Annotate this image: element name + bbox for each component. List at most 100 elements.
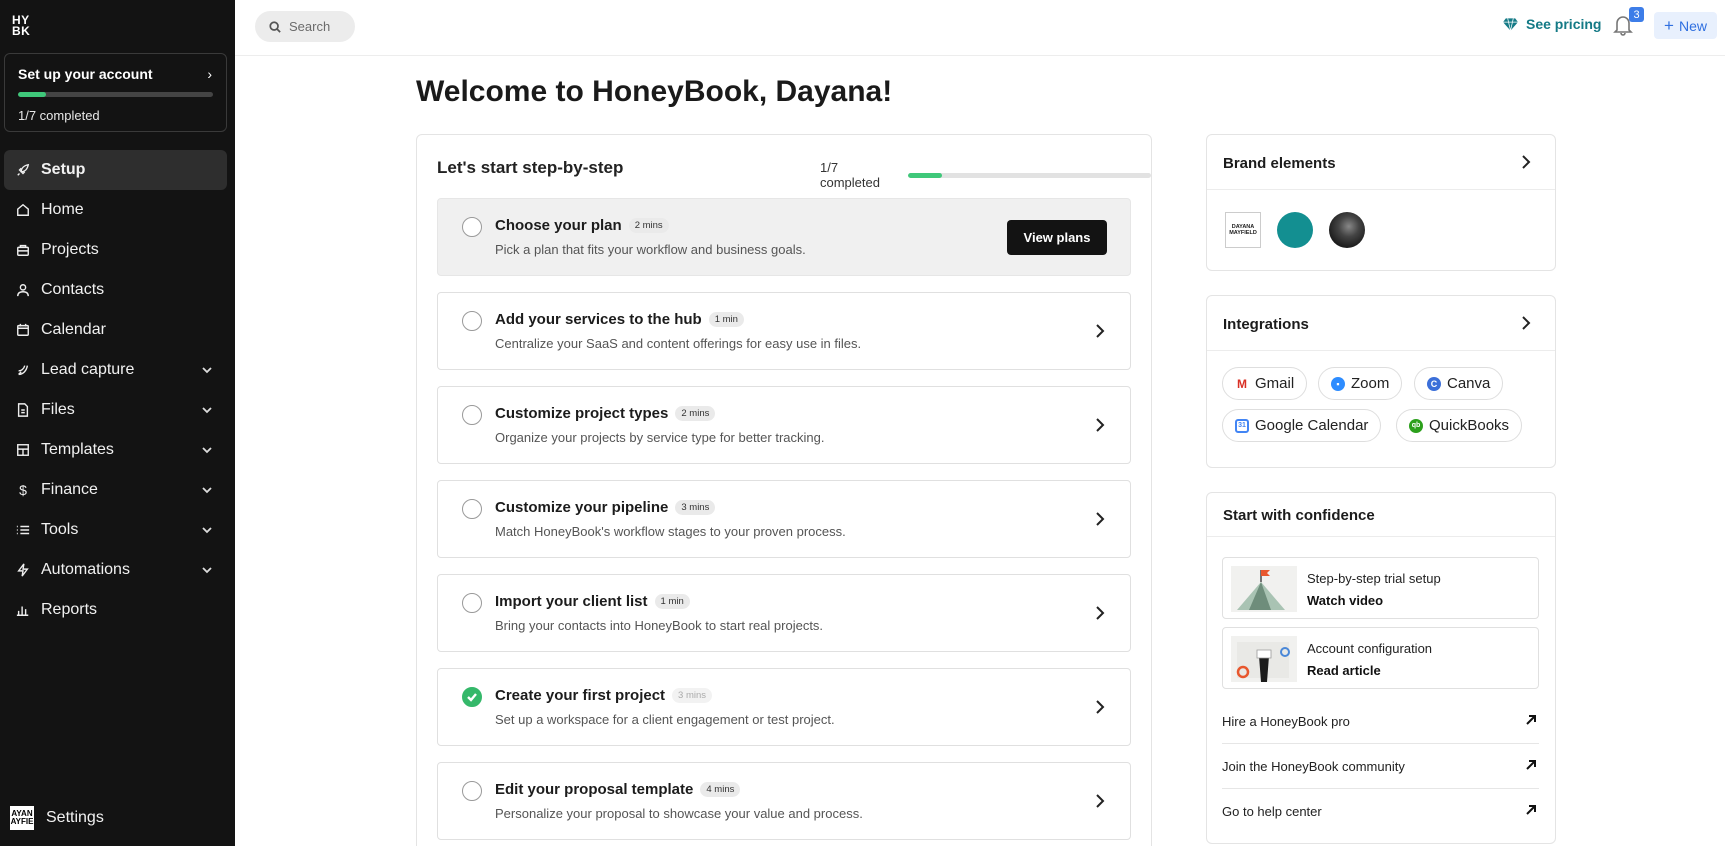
brand-elements-card: Brand elements DAYANA MAYFIELD xyxy=(1206,134,1556,271)
integration-google-calendar[interactable]: 31 Google Calendar xyxy=(1222,409,1382,442)
honeybook-logo[interactable]: HY BK xyxy=(12,14,30,37)
step-status-circle-icon[interactable] xyxy=(462,217,482,237)
setup-account-card[interactable]: Set up your account › 1/7 completed xyxy=(4,53,227,132)
steps-progress-fill xyxy=(907,172,943,178)
notification-count-badge: 3 xyxy=(1629,7,1644,22)
start-with-confidence-card: Start with confidence Step-by-step trial… xyxy=(1206,492,1556,844)
integration-label: Gmail xyxy=(1255,375,1295,392)
sidebar-item-contacts[interactable]: Contacts xyxy=(4,270,227,310)
sidebar-item-label: Finance xyxy=(41,481,98,498)
sidebar-item-label: Contacts xyxy=(41,281,105,298)
settings-button[interactable]: AYAN AYFIE Settings xyxy=(10,806,104,830)
brand-color-swatch[interactable] xyxy=(1277,212,1313,248)
sidebar-item-label: Files xyxy=(41,401,75,418)
integrations-card: Integrations M Gmail ▪ Zoom C Canva 31 G… xyxy=(1206,295,1556,468)
step-title: Choose your plan 2 mins xyxy=(495,217,669,234)
external-link-icon xyxy=(1525,804,1537,816)
view-plans-button[interactable]: View plans xyxy=(1007,220,1107,255)
join-community-link[interactable]: Join the HoneyBook community xyxy=(1222,744,1539,789)
chevron-down-icon xyxy=(201,363,213,375)
step-row[interactable]: Choose your plan 2 mins Pick a plan that f… xyxy=(437,198,1131,276)
setup-progress-text: 1/7 completed xyxy=(18,108,100,123)
brand-elements-header[interactable]: Brand elements xyxy=(1207,135,1555,190)
home-icon xyxy=(16,203,30,217)
step-time-badge: 4 mins xyxy=(700,782,741,797)
step-title-text: Import your client list xyxy=(495,593,648,610)
sidebar-item-templates[interactable]: Templates xyxy=(4,430,227,470)
sidebar-item-lead-capture[interactable]: Lead capture xyxy=(4,350,227,390)
integrations-title: Integrations xyxy=(1223,316,1309,333)
step-complete-check-icon[interactable] xyxy=(462,687,482,707)
link-label: Go to help center xyxy=(1222,804,1322,819)
chevron-right-icon xyxy=(1094,793,1106,809)
step-time-badge: 1 min xyxy=(708,312,744,327)
brand-photo-thumbnail[interactable] xyxy=(1329,212,1365,248)
step-time-badge: 2 mins xyxy=(675,406,716,421)
search-input[interactable]: Search xyxy=(255,11,355,42)
sidebar-item-label: Projects xyxy=(41,241,99,258)
sidebar-item-calendar[interactable]: Calendar xyxy=(4,310,227,350)
sidebar-item-home[interactable]: Home xyxy=(4,190,227,230)
resource-trial-setup[interactable]: Step-by-step trial setup Watch video xyxy=(1222,557,1539,619)
step-status-circle-icon[interactable] xyxy=(462,781,482,801)
step-row[interactable]: Customize project types 2 mins Organize yo… xyxy=(437,386,1131,464)
step-description: Pick a plan that fits your workflow and … xyxy=(495,242,806,257)
read-article-link[interactable]: Read article xyxy=(1307,663,1381,678)
chevron-right-icon xyxy=(1094,699,1106,715)
hire-pro-link[interactable]: Hire a HoneyBook pro xyxy=(1222,699,1539,744)
sidebar-item-tools[interactable]: Tools xyxy=(4,510,227,550)
lightning-icon xyxy=(16,563,30,577)
sidebar-item-automations[interactable]: Automations xyxy=(4,550,227,590)
help-center-link[interactable]: Go to help center xyxy=(1222,789,1539,834)
watch-video-link[interactable]: Watch video xyxy=(1307,593,1383,608)
step-status-circle-icon[interactable] xyxy=(462,499,482,519)
integration-label: Google Calendar xyxy=(1255,417,1369,434)
step-description: Bring your contacts into HoneyBook to st… xyxy=(495,618,824,633)
new-button[interactable]: + New xyxy=(1654,12,1717,39)
sidebar-item-label: Lead capture xyxy=(41,361,135,378)
step-time-badge: 1 min xyxy=(654,594,690,609)
external-link-icon xyxy=(1525,759,1537,771)
integration-zoom[interactable]: ▪ Zoom xyxy=(1318,367,1403,400)
step-row[interactable]: Create your first project 3 mins Set up a … xyxy=(437,668,1131,746)
sidebar-item-finance[interactable]: $ Finance xyxy=(4,470,227,510)
rocket-icon xyxy=(16,163,30,177)
integration-canva[interactable]: C Canva xyxy=(1414,367,1504,400)
chevron-down-icon xyxy=(201,443,213,455)
step-row[interactable]: Customize your pipeline 3 mins Match Honey… xyxy=(437,480,1131,558)
sidebar: HY BK Set up your account › 1/7 complete… xyxy=(0,0,235,846)
see-pricing-link[interactable]: See pricing xyxy=(1503,16,1601,32)
settings-label: Settings xyxy=(46,809,104,826)
resource-account-config[interactable]: Account configuration Read article xyxy=(1222,627,1539,689)
sidebar-item-setup[interactable]: Setup xyxy=(4,150,227,190)
integration-gmail[interactable]: M Gmail xyxy=(1222,367,1308,400)
step-row[interactable]: Import your client list 1 min Bring your c… xyxy=(437,574,1131,652)
setup-card-title: Set up your account xyxy=(18,66,153,82)
integration-quickbooks[interactable]: qb QuickBooks xyxy=(1396,409,1523,442)
step-row[interactable]: Edit your proposal template 4 mins Persona… xyxy=(437,762,1131,840)
diamond-icon xyxy=(1503,18,1518,31)
step-title-text: Choose your plan xyxy=(495,217,622,234)
sidebar-item-label: Setup xyxy=(41,161,86,178)
sidebar-item-label: Calendar xyxy=(41,321,106,338)
integrations-header[interactable]: Integrations xyxy=(1207,296,1555,351)
sidebar-item-label: Tools xyxy=(41,521,79,538)
setup-progress-fill xyxy=(18,92,46,97)
integration-label: QuickBooks xyxy=(1429,417,1510,434)
steps-progress-text: 1/7 completed xyxy=(820,160,880,190)
brand-logo-thumbnail[interactable]: DAYANA MAYFIELD xyxy=(1225,212,1261,248)
chevron-right-icon: › xyxy=(207,66,212,82)
sidebar-item-files[interactable]: Files xyxy=(4,390,227,430)
sidebar-item-projects[interactable]: Projects xyxy=(4,230,227,270)
step-status-circle-icon[interactable] xyxy=(462,311,482,331)
resource-title: Account configuration xyxy=(1307,641,1433,656)
company-avatar: AYAN AYFIE xyxy=(10,806,34,830)
step-status-circle-icon[interactable] xyxy=(462,405,482,425)
link-label: Join the HoneyBook community xyxy=(1222,758,1405,774)
sidebar-item-reports[interactable]: Reports xyxy=(4,590,227,630)
calendar-icon xyxy=(16,323,30,337)
step-status-circle-icon[interactable] xyxy=(462,593,482,613)
magnet-icon xyxy=(16,363,30,377)
step-row[interactable]: Add your services to the hub 1 min Central… xyxy=(437,292,1131,370)
new-button-label: New xyxy=(1678,17,1707,34)
